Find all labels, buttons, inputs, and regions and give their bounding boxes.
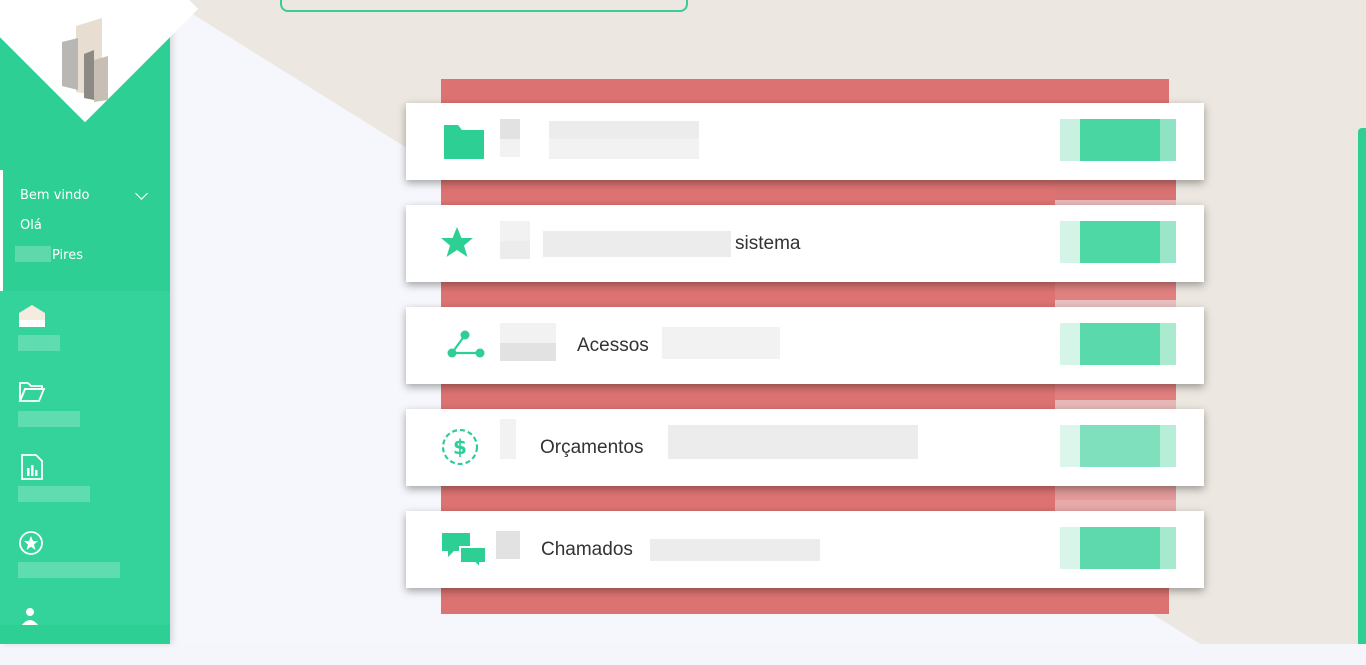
sidebar-item-reports[interactable]: [18, 454, 118, 514]
redacted-text: [496, 531, 520, 559]
card-action-button[interactable]: [1060, 323, 1176, 365]
greeting-text: Olá: [20, 218, 42, 233]
redacted-text: [650, 539, 820, 561]
star-icon: [441, 227, 473, 257]
redacted-text: [500, 139, 520, 157]
dollar-circle-icon: $: [441, 428, 479, 466]
card-system[interactable]: sistema: [406, 205, 1204, 282]
card-label: Acessos: [577, 335, 649, 356]
redacted-text: [668, 425, 918, 459]
redacted-label: [18, 335, 60, 351]
redacted-text: [500, 119, 520, 139]
redacted-text: [500, 323, 556, 343]
redacted-text: [500, 419, 516, 459]
sidebar: Bem vindo Olá Pires: [0, 0, 199, 644]
folder-open-icon: [18, 382, 46, 402]
welcome-title: Bem vindo: [20, 188, 90, 203]
card-label: sistema: [735, 233, 801, 254]
redacted-label: [18, 486, 90, 502]
card-label: Chamados: [541, 539, 633, 560]
chevron-down-icon[interactable]: [135, 187, 148, 200]
redacted-text: [500, 241, 530, 259]
sidebar-footer: [0, 625, 170, 644]
redacted-text: [549, 121, 699, 139]
card-label: Orçamentos: [540, 437, 644, 458]
scrollbar[interactable]: [1358, 128, 1366, 644]
search-box[interactable]: [280, 0, 688, 12]
card-action-button[interactable]: [1060, 119, 1176, 161]
card-tickets[interactable]: Chamados: [406, 511, 1204, 588]
svg-text:$: $: [453, 435, 467, 459]
redacted-text: [543, 231, 731, 257]
redacted-label: [18, 411, 80, 427]
redacted-text: [549, 139, 699, 159]
redacted-first-name: [15, 246, 51, 262]
card-action-button[interactable]: [1060, 527, 1176, 569]
card-budgets[interactable]: $ Orçamentos: [406, 409, 1204, 486]
redacted-label: [18, 562, 120, 578]
share-nodes-icon: [447, 330, 485, 358]
folder-icon: [444, 125, 484, 159]
card-action-button[interactable]: [1060, 425, 1176, 467]
chat-icon: [442, 533, 487, 569]
sidebar-item-favorites[interactable]: [18, 530, 120, 590]
logo-icon: [62, 18, 108, 102]
card-action-button[interactable]: [1060, 221, 1176, 263]
card-access[interactable]: Acessos: [406, 307, 1204, 384]
user-name: Pires: [52, 248, 83, 263]
welcome-panel: Bem vindo Olá Pires: [0, 170, 170, 291]
report-icon: [21, 454, 43, 480]
sidebar-item-home[interactable]: [18, 303, 118, 363]
sidebar-item-folders[interactable]: [18, 379, 118, 439]
star-circle-icon: [19, 531, 43, 555]
home-icon: [19, 305, 45, 327]
sidebar-nav: [0, 291, 170, 625]
redacted-text: [662, 327, 780, 359]
card-folders[interactable]: [406, 103, 1204, 180]
redacted-text: [500, 343, 556, 361]
redacted-text: [500, 221, 530, 241]
